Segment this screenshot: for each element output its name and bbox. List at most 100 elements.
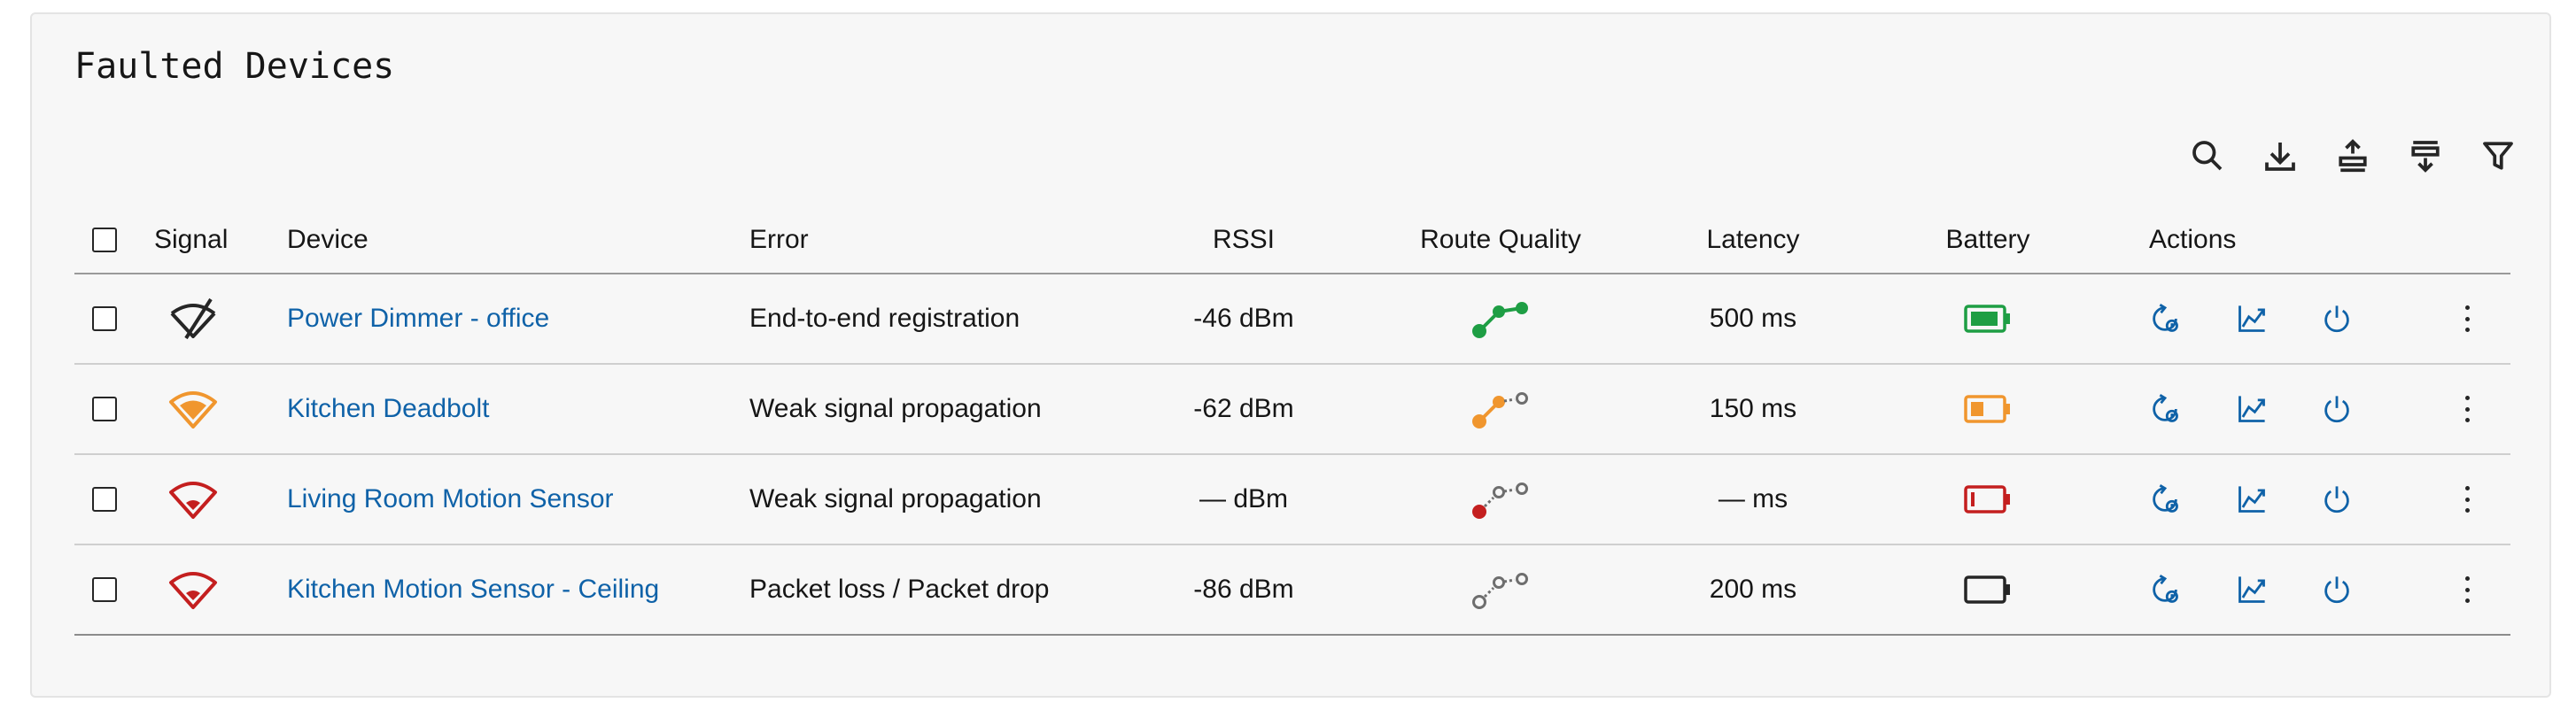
error-cell: End-to-end registration [749, 304, 1020, 333]
battery-icon [1964, 575, 2010, 604]
error-cell: Packet loss / Packet drop [749, 575, 1050, 604]
filter-button[interactable] [2477, 135, 2519, 177]
battery-cell [1899, 455, 2076, 544]
route-quality-icon [1472, 573, 1528, 609]
table-header: Signal Device Error RSSI Route Quality L… [74, 207, 2510, 274]
device-link[interactable]: Kitchen Motion Sensor - Ceiling [287, 545, 659, 634]
restart-button[interactable] [2149, 365, 2181, 453]
overflow-menu-button[interactable] [2463, 545, 2471, 634]
error-cell: Weak signal propagation [749, 394, 1042, 423]
route-quality-cell [1394, 274, 1607, 363]
overflow-menu-icon [2463, 486, 2471, 513]
power-button[interactable] [2321, 274, 2353, 363]
chart-button[interactable] [2236, 365, 2268, 453]
signal-cell [167, 455, 220, 544]
overflow-menu-button[interactable] [2463, 455, 2471, 544]
power-button[interactable] [2321, 545, 2353, 634]
table-toolbar [2186, 135, 2519, 177]
overflow-menu-button[interactable] [2463, 274, 2471, 363]
battery-cell [1899, 274, 2076, 363]
download-icon [2265, 143, 2295, 171]
header-route-quality: Route Quality [1420, 225, 1581, 254]
table-row: Power Dimmer - office End-to-end registr… [74, 274, 2510, 365]
chart-button[interactable] [2236, 455, 2268, 544]
restart-button[interactable] [2149, 274, 2181, 363]
power-icon [2324, 305, 2349, 333]
weak-signal-icon [169, 572, 217, 609]
power-icon [2324, 396, 2349, 423]
route-quality-cell [1394, 365, 1607, 453]
power-icon [2324, 576, 2349, 604]
battery-cell [1899, 545, 2076, 634]
restart-icon [2153, 394, 2178, 422]
search-button[interactable] [2186, 135, 2229, 177]
restart-icon [2153, 484, 2178, 513]
row-checkbox[interactable] [92, 306, 117, 331]
table-row: Living Room Motion Sensor Weak signal pr… [74, 455, 2510, 545]
overflow-menu-icon [2463, 576, 2471, 603]
header-battery: Battery [1945, 225, 2030, 254]
chart-icon [2238, 396, 2265, 422]
search-icon [2192, 141, 2223, 171]
route-quality-cell [1394, 455, 1607, 544]
battery-cell [1899, 365, 2076, 453]
chart-button[interactable] [2236, 545, 2268, 634]
row-checkbox[interactable] [92, 397, 117, 421]
header-signal: Signal [154, 225, 229, 254]
overflow-menu-button[interactable] [2463, 365, 2471, 453]
power-button[interactable] [2321, 455, 2353, 544]
column-settings-button[interactable] [2404, 135, 2447, 177]
overflow-menu-icon [2463, 396, 2471, 422]
header-rssi: RSSI [1212, 225, 1276, 254]
page-title: Faulted Devices [74, 46, 395, 87]
row-checkbox[interactable] [92, 577, 117, 602]
restart-icon [2153, 575, 2178, 603]
upload-button[interactable] [2332, 135, 2374, 177]
overflow-menu-icon [2463, 305, 2471, 332]
restart-icon [2153, 304, 2178, 332]
restart-button[interactable] [2149, 455, 2181, 544]
latency-cell: — ms [1718, 484, 1788, 513]
devices-table: Signal Device Error RSSI Route Quality L… [74, 207, 2510, 636]
device-link[interactable]: Power Dimmer - office [287, 274, 549, 363]
rssi-cell: -86 dBm [1193, 575, 1294, 604]
signal-cell [167, 365, 220, 453]
header-latency: Latency [1706, 225, 1800, 254]
latency-cell: 150 ms [1709, 394, 1797, 423]
battery-icon [1964, 305, 2010, 333]
power-icon [2324, 486, 2349, 513]
error-cell: Weak signal propagation [749, 484, 1042, 513]
filter-icon [2483, 142, 2513, 170]
device-link[interactable]: Kitchen Deadbolt [287, 365, 490, 453]
weak-signal-icon [169, 482, 217, 519]
signal-cell [167, 545, 220, 634]
route-quality-icon [1472, 483, 1528, 519]
select-all-checkbox[interactable] [92, 228, 117, 252]
battery-icon [1964, 485, 2010, 513]
route-quality-icon [1472, 302, 1528, 338]
latency-cell: 200 ms [1709, 575, 1797, 604]
row-checkbox[interactable] [92, 487, 117, 512]
restart-button[interactable] [2149, 545, 2181, 634]
table-row: Kitchen Deadbolt Weak signal propagation… [74, 365, 2510, 455]
upload-icon [2339, 139, 2367, 173]
battery-icon [1964, 395, 2010, 423]
column-settings-icon [2411, 141, 2440, 173]
power-button[interactable] [2321, 365, 2353, 453]
route-quality-cell [1394, 545, 1607, 634]
latency-cell: 500 ms [1709, 304, 1797, 333]
header-error: Error [749, 225, 809, 254]
chart-button[interactable] [2236, 274, 2268, 363]
route-quality-icon [1472, 392, 1528, 428]
download-button[interactable] [2259, 135, 2301, 177]
rssi-cell: -62 dBm [1193, 394, 1294, 423]
header-device: Device [287, 225, 369, 254]
chart-icon [2238, 305, 2265, 332]
table-row: Kitchen Motion Sensor - Ceiling Packet l… [74, 545, 2510, 636]
chart-icon [2238, 486, 2265, 513]
signal-cell [167, 274, 220, 363]
device-link[interactable]: Living Room Motion Sensor [287, 455, 614, 544]
header-actions: Actions [2149, 225, 2237, 254]
medium-signal-icon [169, 391, 217, 428]
rssi-cell: — dBm [1199, 484, 1289, 513]
